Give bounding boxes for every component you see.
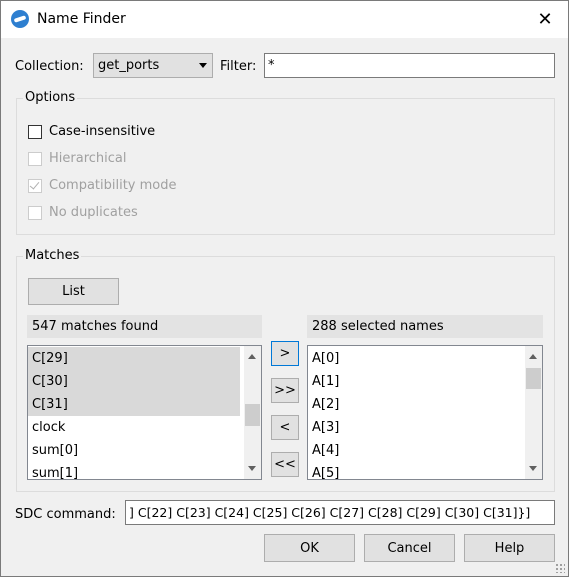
list-item[interactable]: sum[0] — [28, 439, 240, 462]
list-item[interactable]: C[29] — [28, 347, 240, 370]
list-item[interactable]: clock — [28, 416, 240, 439]
list-item[interactable]: C[30] — [28, 370, 240, 393]
ok-button[interactable]: OK — [264, 534, 355, 562]
list-item[interactable]: A[3] — [308, 416, 521, 439]
checkbox-label: Case-insensitive — [49, 124, 156, 139]
scroll-down-icon[interactable] — [529, 466, 537, 471]
scroll-up-icon[interactable] — [248, 354, 256, 359]
options-title: Options — [23, 90, 78, 105]
collection-select[interactable]: get_ports — [93, 53, 213, 78]
add-all-button[interactable]: >> — [271, 378, 299, 403]
app-icon — [11, 10, 29, 28]
no-duplicates-checkbox[interactable]: No duplicates — [28, 205, 138, 220]
sdc-command-label: SDC command: — [15, 507, 116, 522]
filter-input[interactable]: * — [264, 53, 555, 78]
list-item[interactable]: A[1] — [308, 370, 521, 393]
checkbox-box — [28, 205, 42, 220]
collection-label: Collection: — [15, 59, 84, 74]
selected-names-list[interactable]: A[0] A[1] A[2] A[3] A[4] A[5] — [307, 345, 543, 480]
checkbox-box — [28, 151, 42, 166]
matches-scrollbar[interactable] — [244, 346, 261, 479]
add-selected-button[interactable]: > — [271, 341, 299, 366]
matches-title: Matches — [23, 248, 82, 263]
list-item[interactable]: A[4] — [308, 439, 521, 462]
checkbox-label: Hierarchical — [49, 151, 127, 166]
list-item[interactable]: A[5] — [308, 462, 521, 479]
scroll-thumb[interactable] — [526, 368, 541, 389]
help-button[interactable]: Help — [464, 534, 555, 562]
selected-names-header: 288 selected names — [307, 315, 543, 338]
scroll-down-icon[interactable] — [248, 466, 256, 471]
matches-found-header: 547 matches found — [27, 315, 262, 338]
list-item[interactable]: sum[1] — [28, 462, 240, 479]
sdc-command-field[interactable]: ] C[22] C[23] C[24] C[25] C[26] C[27] C[… — [125, 500, 555, 525]
name-finder-dialog: Name Finder ✕ Collection: get_ports Filt… — [0, 0, 569, 577]
matches-list[interactable]: C[29] C[30] C[31] clock sum[0] sum[1] — [27, 345, 262, 480]
window-title: Name Finder — [37, 11, 126, 27]
scroll-up-icon[interactable] — [529, 354, 537, 359]
cancel-button[interactable]: Cancel — [364, 534, 455, 562]
list-item[interactable]: A[0] — [308, 347, 521, 370]
filter-label: Filter: — [220, 59, 257, 74]
close-button[interactable]: ✕ — [522, 1, 568, 38]
title-bar: Name Finder ✕ — [1, 1, 568, 38]
checkbox-box — [28, 178, 42, 193]
chevron-down-icon — [199, 63, 207, 68]
collection-value: get_ports — [98, 58, 160, 73]
checkmark-icon — [29, 178, 40, 190]
close-icon: ✕ — [537, 9, 553, 30]
hierarchical-checkbox[interactable]: Hierarchical — [28, 151, 126, 166]
remove-all-button[interactable]: << — [271, 452, 299, 477]
remove-selected-button[interactable]: < — [271, 415, 299, 440]
checkbox-label: No duplicates — [49, 205, 138, 220]
list-item[interactable]: A[2] — [308, 393, 521, 416]
case-insensitive-checkbox[interactable]: Case-insensitive — [28, 124, 155, 139]
scroll-thumb[interactable] — [245, 404, 260, 426]
checkbox-box — [28, 124, 42, 139]
list-button[interactable]: List — [28, 278, 119, 305]
resize-grip-icon[interactable] — [555, 563, 565, 573]
list-item[interactable]: C[31] — [28, 393, 240, 416]
checkbox-label: Compatibility mode — [49, 178, 177, 193]
compatibility-mode-checkbox[interactable]: Compatibility mode — [28, 178, 177, 193]
selected-scrollbar[interactable] — [525, 346, 542, 479]
